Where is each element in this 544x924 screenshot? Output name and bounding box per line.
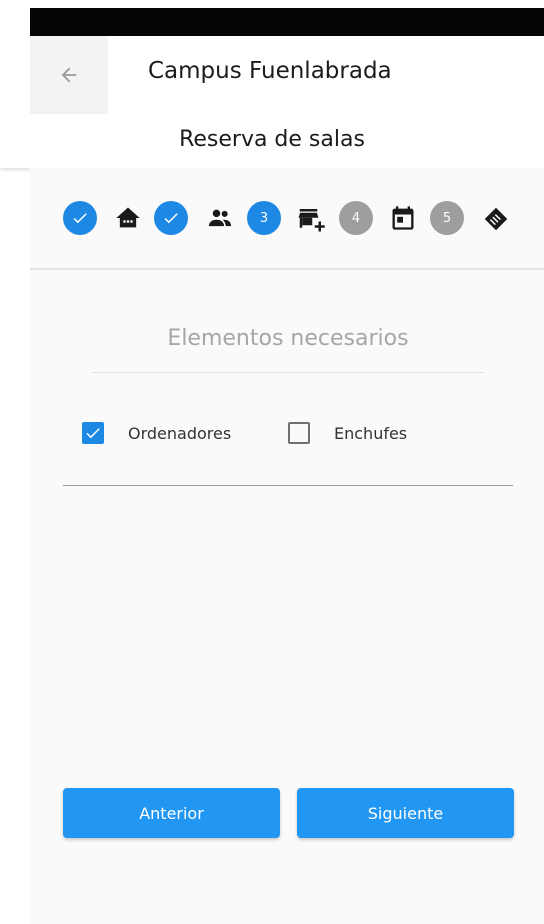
check-icon [73,213,87,224]
form-divider [63,485,513,486]
page-subtitle: Reserva de salas [0,114,544,168]
next-button[interactable]: Siguiente [297,788,514,838]
main-content: 3 4 5 Elementos necesarios Ordenadores E… [30,168,544,924]
step-3-indicator[interactable]: 3 [247,201,281,235]
section-title: Elementos necesarios [167,326,409,351]
step-4-indicator[interactable]: 4 [339,201,373,235]
step-3-icon [296,204,326,234]
step-1-icon [114,204,142,232]
checkbox-option-enchufes[interactable]: Enchufes [288,422,407,444]
status-bar [30,8,544,36]
previous-button[interactable]: Anterior [63,788,280,838]
app-bar: Campus Fuenlabrada [30,36,544,114]
step-number-badge: 3 [247,201,281,235]
check-icon [164,213,178,224]
check-icon [86,428,100,439]
store-add-icon [298,209,325,232]
stepper: 3 4 5 [30,168,544,270]
step-number-badge: 4 [339,201,373,235]
title-underline [92,372,484,373]
step-2-indicator[interactable] [154,201,188,235]
app-title: Campus Fuenlabrada [148,58,392,84]
home-icon [116,207,140,228]
step-5-icon [481,204,511,234]
step-number-badge: 5 [430,201,464,235]
step-5-indicator[interactable]: 5 [430,201,464,235]
step-2-icon [206,204,234,232]
handshake-icon [484,207,508,231]
back-button[interactable] [30,36,108,114]
step-4-icon [389,204,417,232]
checkbox-label: Ordenadores [128,423,232,443]
ordenadores-checkbox[interactable] [82,422,104,444]
step-completed-badge [154,201,188,235]
checkbox-option-ordenadores[interactable]: Ordenadores [82,422,231,444]
checkbox-label: Enchufes [334,423,408,443]
step-completed-badge [63,201,97,235]
step-1-indicator[interactable] [63,201,97,235]
enchufes-checkbox[interactable] [288,422,310,444]
people-icon [208,209,232,227]
calendar-icon [392,206,414,230]
arrow-back-icon [61,67,77,83]
